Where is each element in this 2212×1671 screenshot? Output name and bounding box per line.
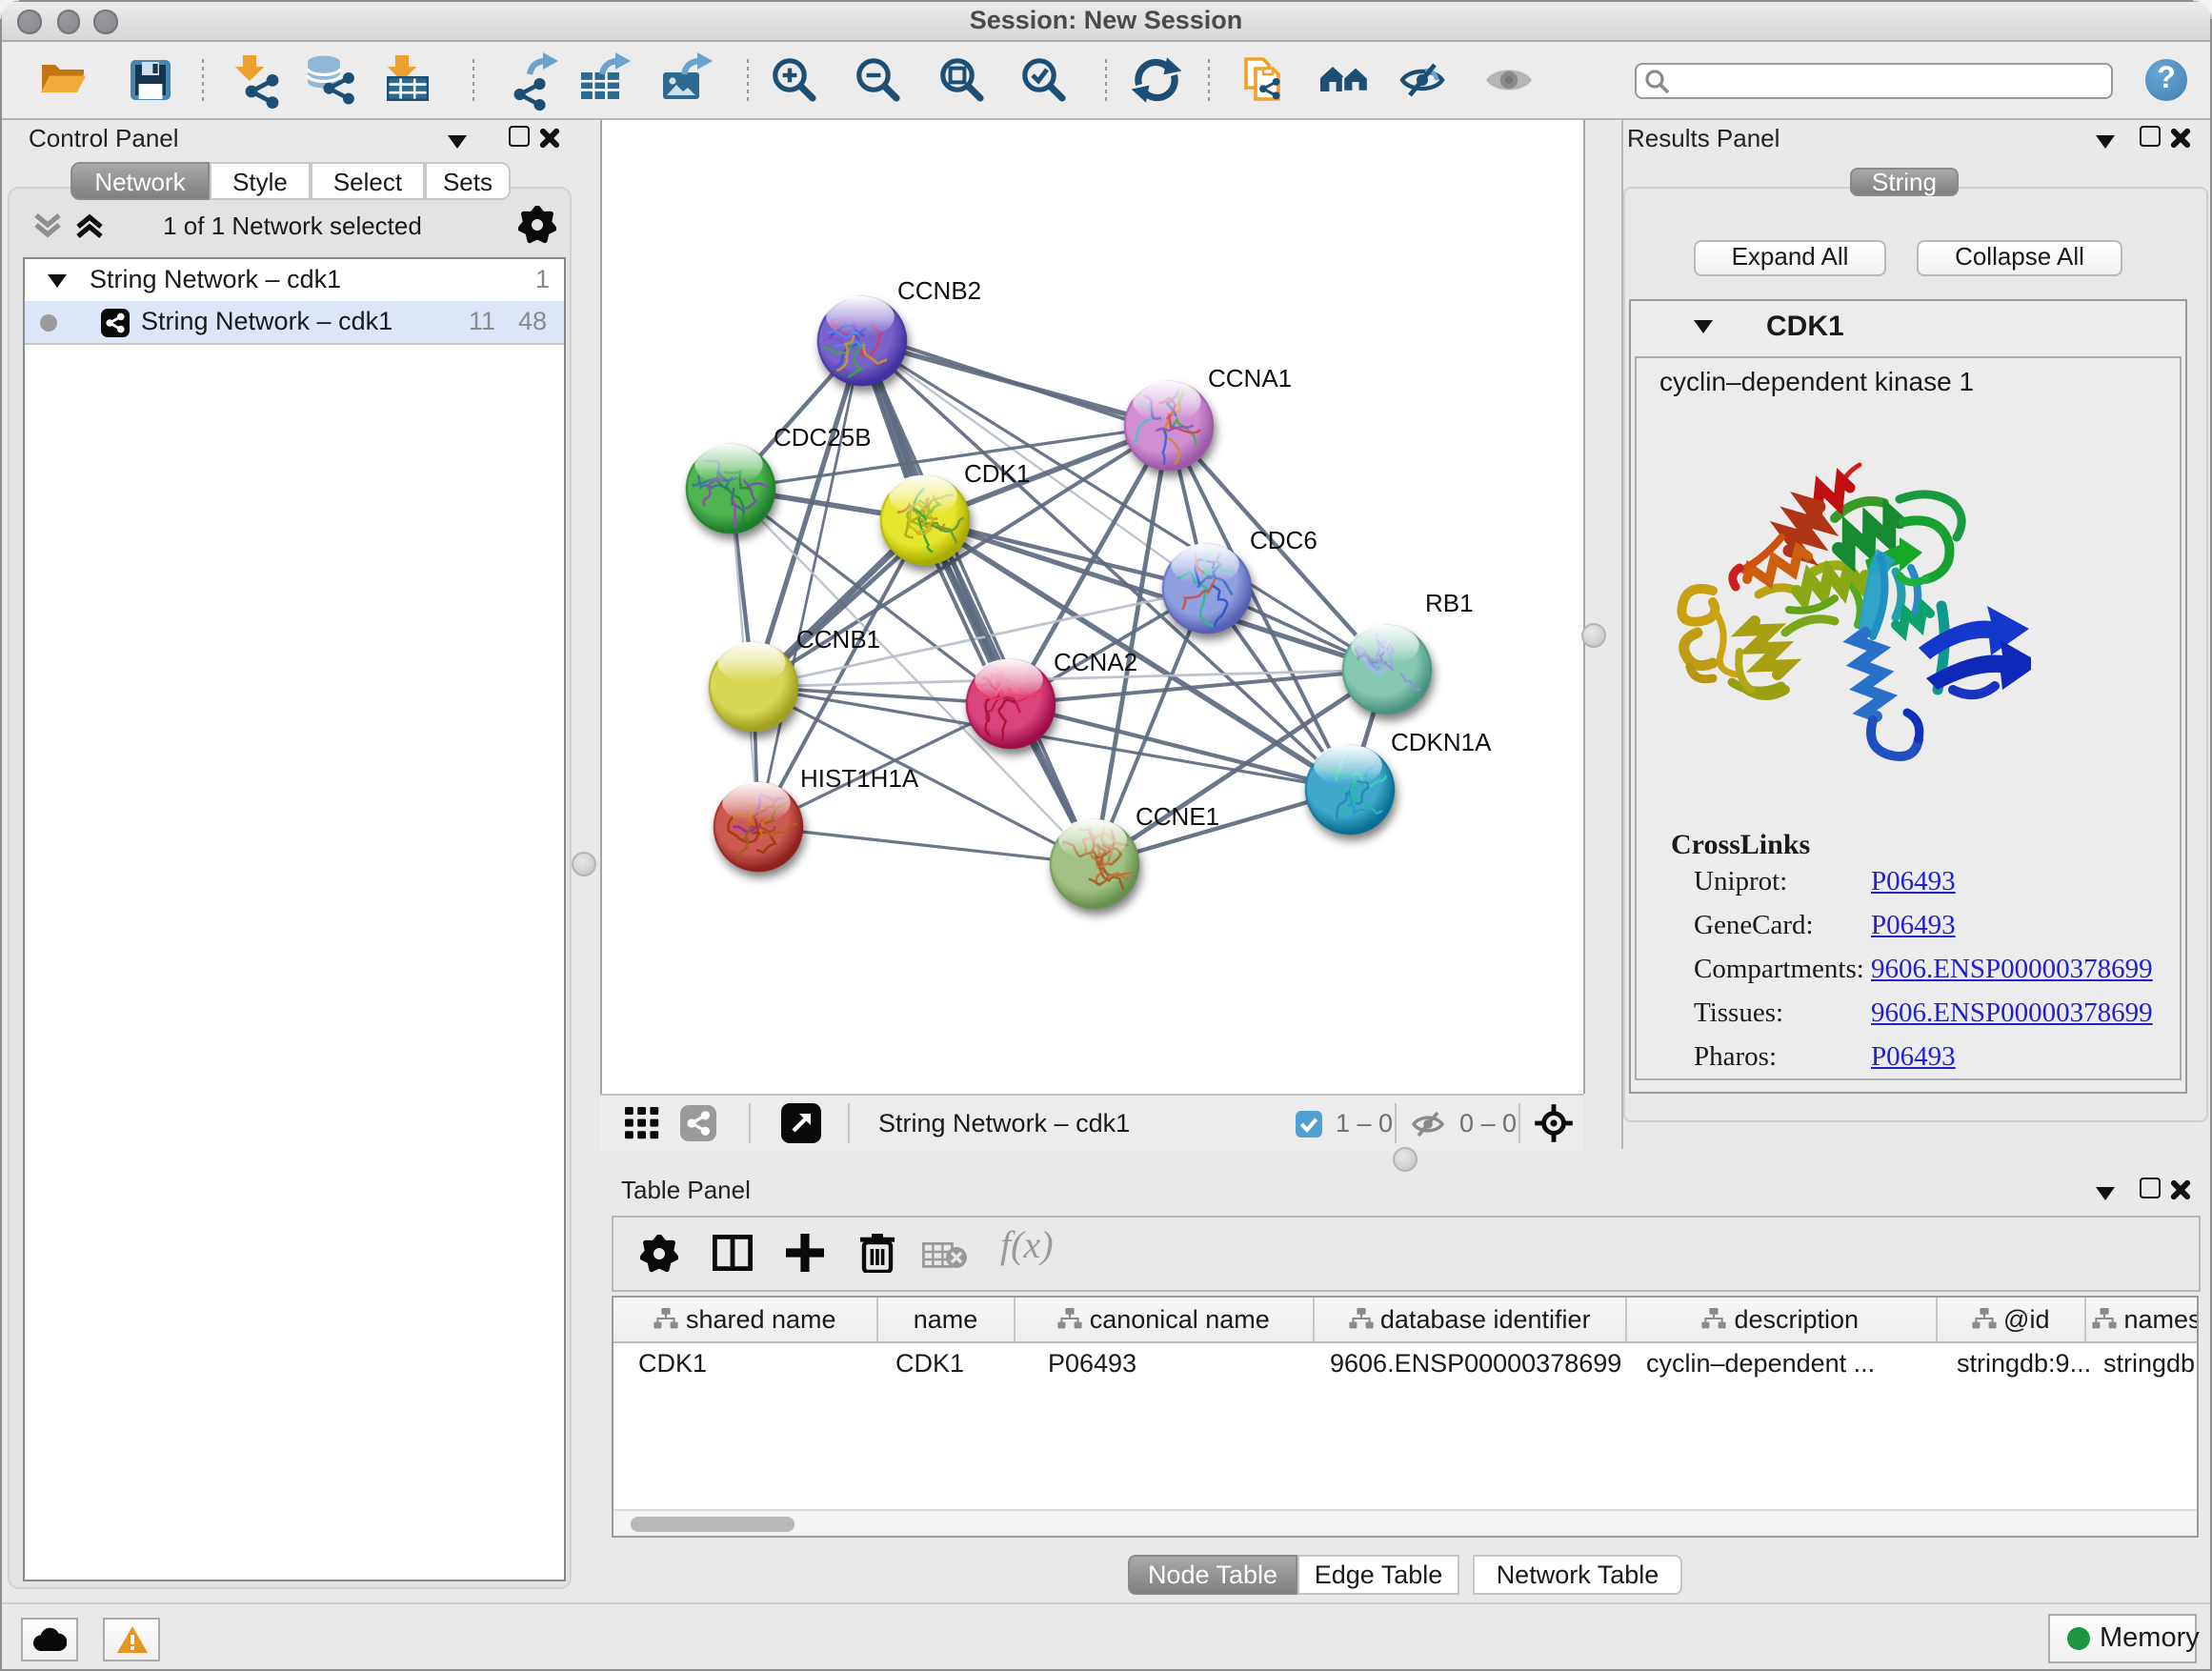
svg-text:CCNE1: CCNE1 <box>1136 802 1219 831</box>
svg-text:CDC25B: CDC25B <box>774 423 872 452</box>
svg-text:CDKN1A: CDKN1A <box>1391 728 1492 756</box>
svg-text:CCNB1: CCNB1 <box>796 625 880 654</box>
svg-text:CCNA1: CCNA1 <box>1208 364 1292 393</box>
svg-text:CCNA2: CCNA2 <box>1054 648 1137 676</box>
svg-text:CDC6: CDC6 <box>1250 526 1317 554</box>
svg-text:CCNB2: CCNB2 <box>897 276 981 305</box>
svg-text:RB1: RB1 <box>1425 589 1474 617</box>
svg-text:HIST1H1A: HIST1H1A <box>800 764 919 793</box>
svg-text:CDK1: CDK1 <box>964 459 1030 488</box>
